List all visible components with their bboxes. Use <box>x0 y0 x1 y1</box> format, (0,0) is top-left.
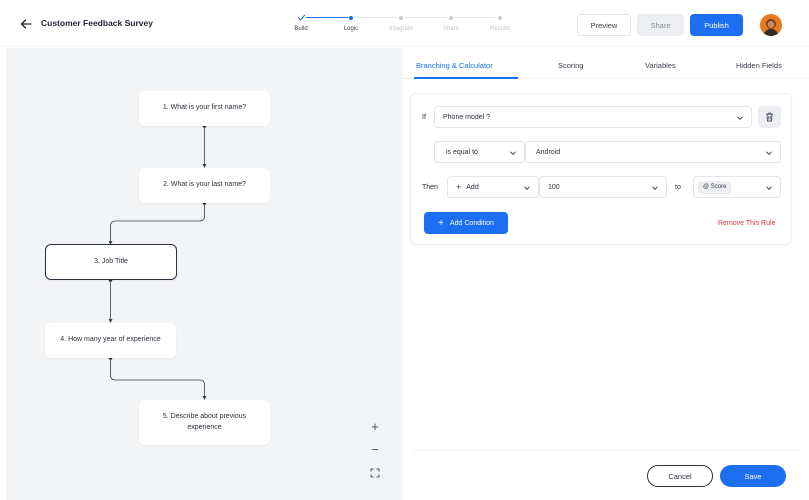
top-bar: Customer Feedback Survey Build Logic Int… <box>0 0 809 47</box>
score-variable-chip: @ Score <box>698 180 732 194</box>
zoom-in-button[interactable]: + <box>368 419 382 433</box>
then-label: Then <box>422 184 438 191</box>
zoom-out-button[interactable]: − <box>368 442 382 456</box>
footer-divider <box>414 450 799 451</box>
trash-icon <box>766 112 773 122</box>
fit-screen-icon <box>370 468 380 478</box>
avatar[interactable] <box>760 14 782 36</box>
step-dot <box>449 16 453 20</box>
flow-node-first-name[interactable]: 1. What is your first name? <box>139 91 270 126</box>
tab-variables[interactable]: Variables <box>645 61 676 70</box>
step-dot <box>399 16 403 20</box>
question-select[interactable]: Phone model ? <box>434 106 752 128</box>
logic-panel: Branching & Calculator Scoring Variables… <box>404 48 809 500</box>
delete-rule-button[interactable] <box>758 106 781 128</box>
flow-node-last-name[interactable]: 2. What is your last name? <box>139 168 270 203</box>
node-label: 4. How many year of experience <box>60 336 161 344</box>
action-value: Add <box>466 183 479 191</box>
if-label: If <box>422 114 426 121</box>
step-dot <box>498 16 502 20</box>
tab-branching-calculator[interactable]: Branching & Calculator <box>416 61 493 70</box>
plus-icon: + <box>438 217 444 229</box>
plus-icon: + <box>456 182 462 192</box>
chevron-down-icon <box>737 116 743 121</box>
operator-value: is equal to <box>446 148 478 156</box>
step-label: Results <box>489 26 510 32</box>
flow-node-experience-years[interactable]: 4. How many year of experience <box>45 323 176 358</box>
share-button[interactable]: Share <box>637 14 684 36</box>
user-avatar-icon <box>760 14 782 36</box>
publish-button[interactable]: Publish <box>690 14 743 36</box>
chevron-down-icon <box>766 151 772 156</box>
check-icon <box>297 14 305 21</box>
preview-button[interactable]: Preview <box>577 14 631 36</box>
tab-hidden-fields[interactable]: Hidden Fields <box>736 61 782 70</box>
flow-canvas[interactable]: 1. What is your first name? 2. What is y… <box>6 48 403 500</box>
amount-input[interactable]: 100 <box>539 176 667 198</box>
progress-stepper: Build Logic Integrate Share Results <box>0 0 809 47</box>
node-label: 3. Job Title <box>94 257 128 265</box>
action-select[interactable]: + Add <box>447 176 539 198</box>
save-button[interactable]: Save <box>720 465 786 487</box>
add-condition-label: Add Condition <box>449 219 494 227</box>
active-tab-indicator <box>414 77 518 79</box>
fit-screen-button[interactable] <box>368 466 382 480</box>
value-select[interactable]: Android <box>525 141 781 163</box>
step-dot <box>349 16 353 20</box>
value-text: Android <box>536 148 561 156</box>
flow-node-job-title[interactable]: 3. Job Title <box>45 244 177 280</box>
flow-node-previous-experience[interactable]: 5. Describe about previous experience <box>139 400 270 445</box>
target-variable-select[interactable]: @ Score <box>693 176 781 198</box>
step-results[interactable]: Results <box>470 13 530 32</box>
add-condition-button[interactable]: + Add Condition <box>424 212 508 234</box>
chevron-down-icon <box>766 186 772 191</box>
panel-tabs: Branching & Calculator Scoring Variables… <box>404 48 809 79</box>
remove-rule-link[interactable]: Remove This Rule <box>718 220 775 227</box>
node-label: 1. What is your first name? <box>162 104 247 112</box>
chevron-down-icon <box>510 151 516 156</box>
node-label: 2. What is your last name? <box>163 181 246 189</box>
node-label: 5. Describe about previous experience <box>162 413 247 431</box>
amount-value: 100 <box>548 183 560 191</box>
branching-rule-card: If Phone model ? is equal to Android The… <box>410 93 792 245</box>
chevron-down-icon <box>524 186 530 191</box>
to-label: to <box>675 184 681 191</box>
question-value: Phone model ? <box>443 113 491 121</box>
tab-scoring[interactable]: Scoring <box>558 61 583 70</box>
cancel-button[interactable]: Cancel <box>647 465 713 487</box>
chevron-down-icon <box>652 186 658 191</box>
operator-select[interactable]: is equal to <box>434 141 525 163</box>
